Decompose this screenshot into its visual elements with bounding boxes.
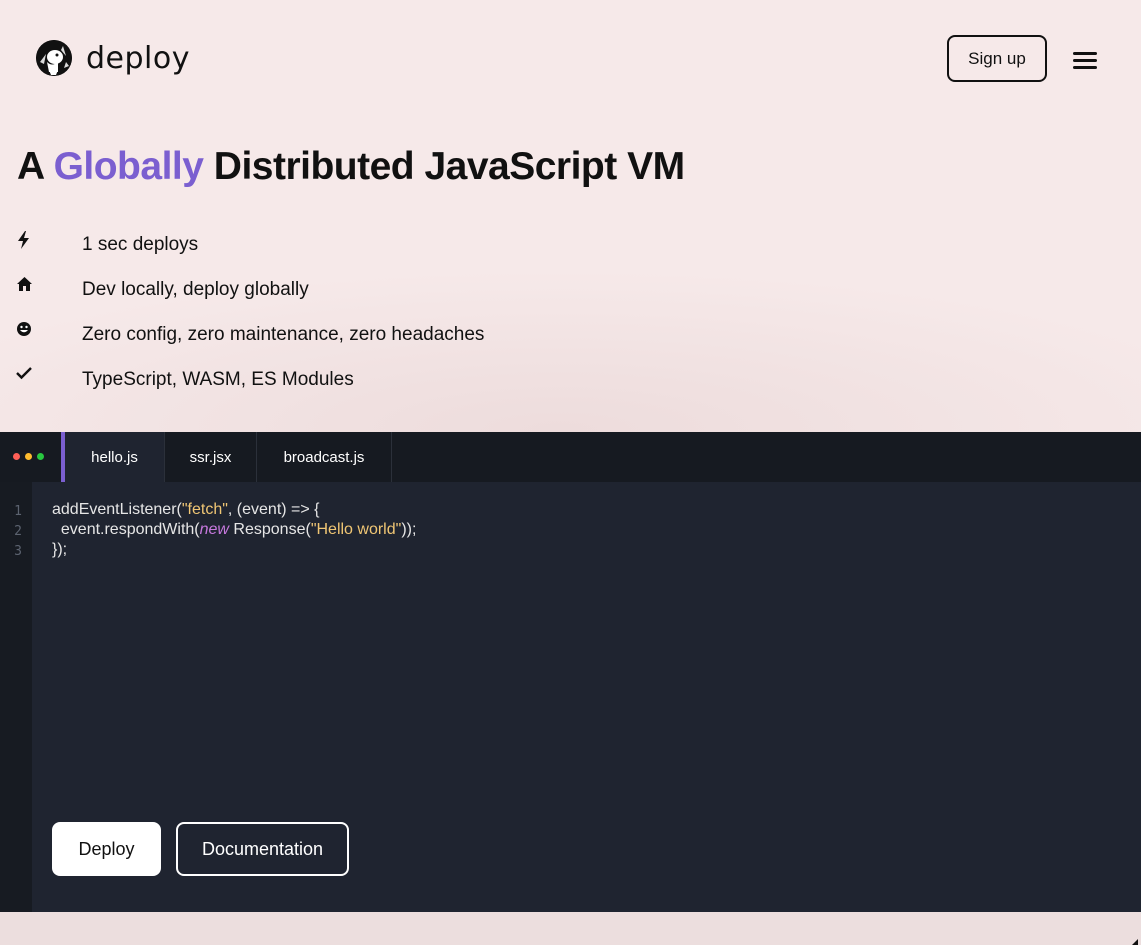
- sign-up-button[interactable]: Sign up: [947, 35, 1047, 82]
- window-controls: [13, 453, 44, 460]
- code-content[interactable]: addEventListener("fetch", (event) => { e…: [52, 500, 416, 560]
- tab-ssr-jsx[interactable]: ssr.jsx: [165, 432, 257, 482]
- page-title: A Globally Distributed JavaScript VM: [17, 145, 685, 189]
- feature-text: 1 sec deploys: [82, 234, 199, 255]
- code-line: addEventListener("fetch", (event) => {: [52, 501, 320, 518]
- editor-tab-bar: hello.js ssr.jsx broadcast.js: [0, 432, 1141, 482]
- feature-text: Zero config, zero maintenance, zero head…: [82, 324, 485, 345]
- title-accent: Globally: [53, 145, 204, 188]
- feature-item: 1 sec deploys: [0, 225, 600, 265]
- tab-hello-js[interactable]: hello.js: [61, 432, 165, 482]
- lightning-icon: [16, 231, 34, 249]
- code-line: });: [52, 541, 68, 558]
- page-bottom-strip: [0, 912, 1141, 945]
- home-icon: [16, 276, 34, 294]
- site-header: deploy Sign up: [0, 0, 1141, 115]
- deploy-button[interactable]: Deploy: [52, 822, 161, 876]
- checkmark-icon: [16, 366, 34, 384]
- feature-text: Dev locally, deploy globally: [82, 279, 309, 300]
- logo[interactable]: deploy: [36, 40, 190, 76]
- line-number: 1: [14, 504, 22, 519]
- feature-text: TypeScript, WASM, ES Modules: [82, 369, 354, 390]
- tab-broadcast-js[interactable]: broadcast.js: [257, 432, 392, 482]
- feature-item: Zero config, zero maintenance, zero head…: [0, 315, 600, 355]
- minimize-dot-icon[interactable]: [25, 453, 32, 460]
- feature-item: TypeScript, WASM, ES Modules: [0, 360, 600, 400]
- title-prefix: A: [17, 145, 44, 188]
- smiley-icon: [16, 321, 34, 339]
- maximize-dot-icon[interactable]: [37, 453, 44, 460]
- close-dot-icon[interactable]: [13, 453, 20, 460]
- documentation-button[interactable]: Documentation: [176, 822, 349, 876]
- code-editor: hello.js ssr.jsx broadcast.js 1 2 3 addE…: [0, 432, 1141, 912]
- title-suffix: Distributed JavaScript VM: [213, 145, 685, 188]
- resize-grip-icon[interactable]: [1128, 934, 1138, 945]
- line-number-gutter: 1 2 3: [0, 482, 32, 912]
- line-number: 3: [14, 544, 22, 559]
- line-number: 2: [14, 524, 22, 539]
- hamburger-menu-icon[interactable]: [1068, 44, 1102, 72]
- logo-text: deploy: [86, 40, 190, 76]
- code-line: event.respondWith(new Response("Hello wo…: [52, 521, 417, 538]
- deno-logo-icon: [36, 40, 72, 76]
- feature-item: Dev locally, deploy globally: [0, 270, 600, 310]
